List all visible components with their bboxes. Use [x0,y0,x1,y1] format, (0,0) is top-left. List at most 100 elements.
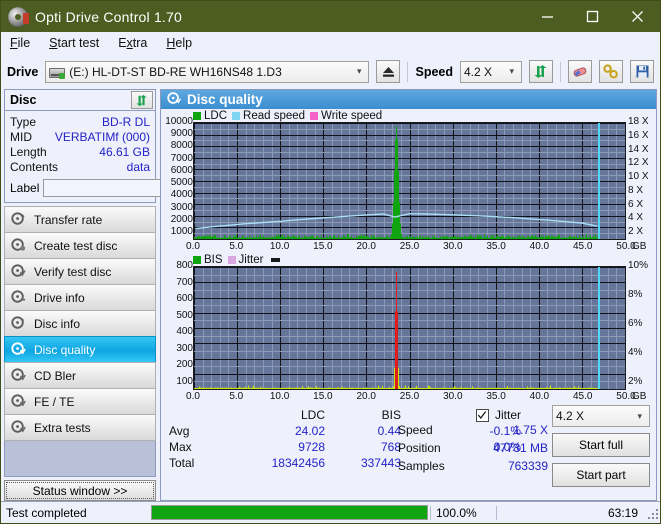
legend-label: LDC [204,109,228,122]
axis-tick-label: 20.0 [356,241,376,252]
start-part-button[interactable]: Start part [552,463,650,487]
axis-tick-label: 20.0 [356,391,376,402]
disc-mid-label: MID [10,129,32,144]
jitter-checkbox[interactable] [475,408,489,422]
disc-properties: Type BD-R DL MID VERBATIMf (000) Length … [5,111,248,202]
disc-mid-value: VERBATIMf (000) [54,129,150,144]
axis-tick-label: 6000 [170,164,193,176]
menu-extra[interactable]: Extra [118,36,147,50]
speed-stat-label: Speed [398,423,433,437]
sidebar-item-extra-tests[interactable]: Extra tests [4,414,156,441]
disc-type-label: Type [10,114,37,129]
bis-chart-legend: BIS Jitter [161,253,656,266]
status-window-button[interactable]: Status window >> [4,480,156,501]
save-button[interactable] [630,60,654,83]
axis-tick-label: 700 [176,276,193,288]
sidebar-item-drive-info[interactable]: Drive info [4,284,156,311]
close-icon[interactable] [615,1,660,32]
disc-row-length: Length 46.61 GB [10,144,150,159]
start-full-button[interactable]: Start full [552,433,650,457]
toolbar-separator [407,61,409,82]
maximize-icon[interactable] [570,1,615,32]
sidebar-item-cd-bler[interactable]: CD Bler [4,362,156,389]
axis-tick-label: 16 X [628,129,649,141]
stats-row-label: Avg [169,424,190,438]
disc-label-row: Label [10,177,248,198]
tools-button[interactable] [599,60,623,83]
sidebar-item-transfer-rate[interactable]: Transfer rate [4,206,156,233]
refresh-button[interactable] [529,60,553,83]
status-bar: Test completed 100.0% 63:19 [1,501,660,523]
test-controls: 4.2 X ▾ Start full Start part [552,405,650,487]
speed-select[interactable]: 4.2 X ▾ [460,60,522,83]
axis-tick-label: 10% [628,260,649,271]
resize-grip-icon[interactable] [646,507,658,519]
disc-row-type: Type BD-R DL [10,114,150,129]
axis-tick-label: 8 X [628,184,644,196]
sidebar-item-create-test-disc[interactable]: Create test disc [4,232,156,259]
sidebar-item-label: Drive info [34,290,85,305]
elapsed-time: 63:19 [496,505,646,520]
sidebar-item-disc-quality[interactable]: Disc quality [4,336,156,363]
axis-tick-label: 15.0 [313,241,333,252]
menu-file[interactable]: File [10,36,30,50]
axis-tick-label: 3000 [170,201,193,213]
status-text: Test completed [6,505,87,520]
ldc-chart: LDC Read speed Write speed 10000 9000 8000… [161,109,656,253]
drive-select-value: (E:) HL-DT-ST BD-RE WH16NS48 1.D3 [69,64,282,79]
stats-header-ldc: LDC [300,408,325,422]
axis-tick-label: 14 X [628,143,649,155]
disc-contents-value: data [126,159,150,174]
window-controls [525,1,660,32]
ldc-chart-legend: LDC Read speed Write speed [161,109,656,122]
stats-total-ldc: 18342456 [271,456,325,470]
axis-tick-label: 40.0 [529,241,550,252]
sidebar-item-label: Verify test disc [34,264,112,279]
axis-tick-label: 200 [176,359,193,371]
bis-plot-area[interactable] [193,266,626,390]
ldc-plot-area[interactable] [193,122,626,240]
stats-avg-ldc: 24.02 [294,424,325,438]
axis-tick-label: 5000 [170,177,193,189]
position-stat-label: Position [398,441,441,455]
legend-label: BIS [204,253,223,266]
test-speed-select[interactable]: 4.2 X ▾ [552,405,650,427]
menu-help[interactable]: Help [166,36,192,50]
axis-tick-label: 4% [628,347,643,358]
stats-max-bis: 768 [380,440,401,454]
title-bar: Opti Drive Control 1.70 [1,1,660,32]
sidebar-item-disc-info[interactable]: Disc info [4,310,156,337]
axis-tick-label: 100 [176,375,193,387]
panel-title: Disc quality [187,92,263,107]
menu-start-test[interactable]: Start test [49,36,99,50]
minimize-icon[interactable] [525,1,570,32]
disc-refresh-button[interactable] [131,91,153,109]
disc-info-panel: Disc Type BD-R DL MID VERBATIMf (000) Le… [4,89,248,203]
window-title: Opti Drive Control 1.70 [35,8,182,25]
stats-area: LDC BIS Jitter Avg 24.02 0.44 -0.1% Max … [161,403,656,500]
samples-stat-label: Samples [398,459,445,473]
axis-tick-label: 9000 [170,128,193,140]
disc-panel-header: Disc [5,90,155,111]
app-window: Opti Drive Control 1.70 File Start test … [0,0,661,524]
axis-tick-label: 2 X [628,226,644,237]
main-area: Disc Type BD-R DL MID VERBATIMf (000) Le… [1,89,660,501]
read-speed-line [195,212,598,230]
sidebar-item-verify-test-disc[interactable]: Verify test disc [4,258,156,285]
drive-select[interactable]: (E:) HL-DT-ST BD-RE WH16NS48 1.D3 ▾ [45,60,370,83]
end-of-data-marker [598,267,600,389]
axis-tick-label: 12 X [628,157,649,169]
sidebar-item-label: Create test disc [34,238,118,253]
legend-label: Jitter [238,253,264,266]
run-stats: Speed 1.75 X Position 47731 MB Samples 7… [398,421,548,475]
sidebar-item-fe-te[interactable]: FE / TE [4,388,156,415]
eject-button[interactable] [376,60,401,83]
progress-bar [151,505,428,520]
axis-tick-label: 5.0 [229,391,244,402]
axis-tick-label: 0.0 [186,241,200,252]
bis-y-axis-right: 10% 8% 6% 4% 2% [626,261,656,390]
ldc-y-axis-right: 18 X 16 X 14 X 12 X 10 X 8 X 6 X 4 X 2 X [626,117,656,240]
legend-label: Write speed [321,109,383,122]
erase-button[interactable] [568,60,592,83]
drive-toolbar: Drive (E:) HL-DT-ST BD-RE WH16NS48 1.D3 … [1,54,660,89]
